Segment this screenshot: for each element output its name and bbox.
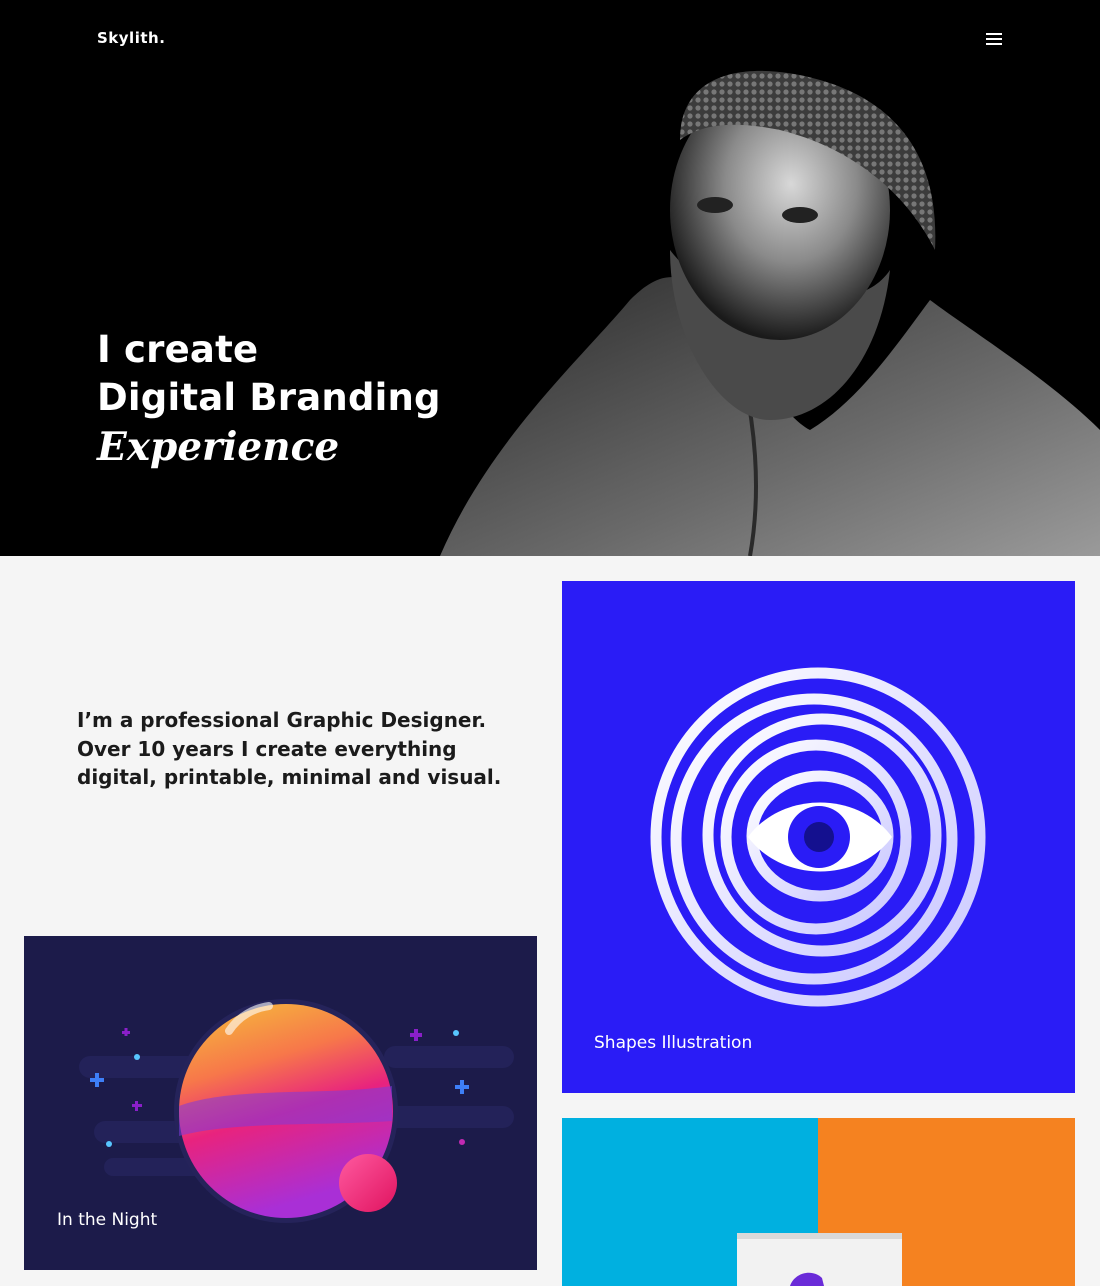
portfolio-card-night[interactable]: In the Night (24, 936, 537, 1270)
hero-headline: I create Digital Branding Experience (97, 326, 441, 474)
portfolio-card-title: In the Night (57, 1210, 158, 1230)
hero-line-3: Experience (97, 424, 340, 470)
split-color-artwork (562, 1118, 1075, 1286)
brand-logo[interactable]: Skylith. (97, 29, 165, 47)
hamburger-menu-icon[interactable] (982, 30, 1006, 48)
hero-section: Skylith. I create Digital Branding Exper… (0, 0, 1100, 556)
portfolio-card-shapes[interactable]: Shapes Illustration (562, 581, 1075, 1093)
hero-line-1: I create (97, 328, 259, 371)
intro-text: I’m a professional Graphic Designer. Ove… (77, 708, 502, 789)
portfolio-card-title: Shapes Illustration (594, 1033, 753, 1053)
hero-portrait-image (440, 70, 1100, 556)
portfolio-card-colors[interactable] (562, 1118, 1075, 1286)
spiral-eye-artwork (650, 667, 986, 1007)
hero-line-2: Digital Branding (97, 376, 441, 419)
